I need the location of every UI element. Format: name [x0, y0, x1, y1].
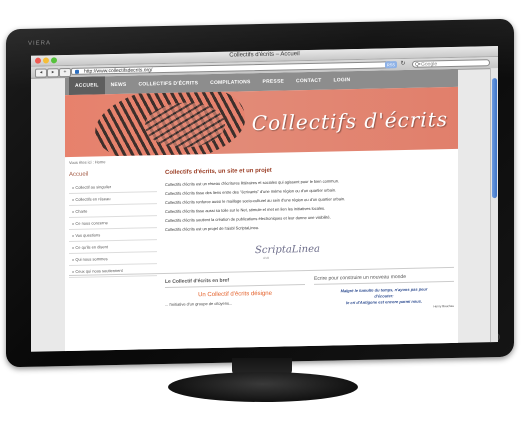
rss-button[interactable]: RSS: [385, 61, 397, 69]
nav-collectifs[interactable]: COLLECTIFS D'ÉCRITS: [132, 74, 204, 94]
search-input[interactable]: Q• Google: [412, 59, 490, 68]
summary-highlight[interactable]: Un Collectif d'écrits désigne: [165, 290, 305, 299]
back-button[interactable]: ◂: [35, 68, 47, 78]
scrollbar-thumb[interactable]: [492, 78, 497, 199]
main-paragraph: Collectifs d'écrits est un projet de l'a…: [165, 225, 260, 232]
main-content: Collectifs d'écrits, un site et un proje…: [165, 165, 405, 236]
nav-presse[interactable]: PRESSE: [257, 72, 291, 91]
nav-login[interactable]: LOGIN: [328, 71, 357, 90]
main-heading: Collectifs d'écrits, un site et un proje…: [165, 167, 272, 176]
search-placeholder: Google: [421, 61, 438, 68]
add-bookmark-button[interactable]: +: [59, 67, 71, 78]
scriptalinea-logo[interactable]: ScriptaLinea aisbl: [255, 243, 320, 263]
screen: Collectifs d'écrits – Accueil ◂ ▸ + http…: [31, 46, 498, 352]
summary-heading: Le Collectif d'écrits en bref: [165, 276, 305, 288]
banner-title: Collectifs d'écrits: [251, 107, 448, 136]
quote-heading: Ecrire pour construire un nouveau monde: [314, 272, 454, 285]
monitor-stand: [168, 372, 358, 402]
url-text: http://www.collectifsdecrits.org/: [84, 67, 153, 75]
summary-box: Le Collectif d'écrits en bref Un Collect…: [165, 276, 305, 307]
sidebar-heading: Accueil: [69, 171, 89, 179]
favicon-icon: [75, 69, 79, 74]
quote-box: Ecrire pour construire un nouveau monde …: [314, 272, 454, 311]
page-scrollbar[interactable]: [490, 68, 498, 343]
reload-button[interactable]: ↻: [399, 61, 407, 68]
search-icon: Q•: [415, 61, 421, 68]
logo-text: ScriptaLinea: [255, 243, 320, 257]
sidebar: Accueil » Collectif au singulier » Colle…: [69, 170, 157, 279]
nav-accueil[interactable]: ACCUEIL: [69, 76, 105, 96]
monitor-brand: VIERA: [28, 40, 52, 47]
web-page: ACCUEIL NEWS COLLECTIFS D'ÉCRITS COMPILA…: [65, 68, 458, 352]
forward-button[interactable]: ▸: [47, 68, 59, 78]
sidebar-item[interactable]: » Ceux qui nous soutiennent: [69, 264, 157, 279]
nav-compilations[interactable]: COMPILATIONS: [204, 73, 256, 92]
header-banner: Collectifs d'écrits: [65, 86, 458, 158]
nav-contact[interactable]: CONTACT: [290, 72, 327, 91]
nav-news[interactable]: NEWS: [105, 76, 133, 95]
monitor-bezel: VIERA Collectifs d'écrits – Accueil ◂ ▸ …: [6, 18, 514, 368]
summary-text: ... l'initiative d'un groupe de citoyens…: [165, 300, 233, 307]
